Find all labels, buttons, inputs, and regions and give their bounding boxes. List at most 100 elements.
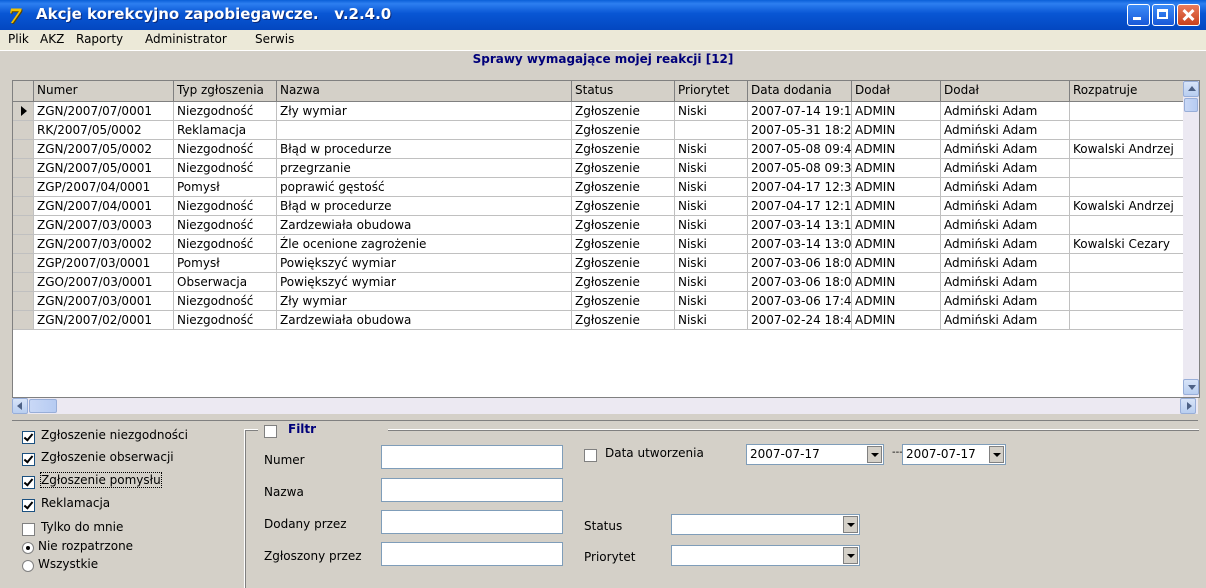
radio-nie-rozpatrzone[interactable] [22,542,34,554]
numer-field[interactable] [381,445,563,469]
cell-numer: ZGO/2007/03/0001 [33,273,173,291]
scroll-left-icon[interactable] [12,398,28,414]
cell-dodal-name: Admiński Adam [940,178,1069,196]
app-icon: 7 [8,4,22,28]
horizontal-scrollbar[interactable] [12,398,1198,414]
table-row[interactable]: ZGN/2007/02/0001 Niezgodność Zardzewiała o… [13,311,1183,330]
checkbox-pomyslu[interactable] [22,476,35,489]
cell-dodal: ADMIN [851,197,940,215]
checkbox-reklamacja[interactable] [22,499,35,512]
cell-nazwa: Zardzewiała obudowa [276,311,571,329]
checkbox-tylko-do-mnie[interactable] [22,523,35,536]
cell-data: 2007-07-14 19:1 [747,102,851,120]
maximize-button[interactable] [1152,4,1175,26]
cell-nazwa: Powiększyć wymiar [276,254,571,272]
table-row[interactable]: ZGN/2007/05/0001 Niezgodność przegrzanie Zg… [13,159,1183,178]
header-numer[interactable]: Numer [33,81,173,101]
cell-nazwa: Zły wymiar [276,292,571,310]
header-dodal[interactable]: Dodał [851,81,940,101]
cell-status: Zgłoszenie [571,235,674,253]
table-row[interactable]: ZGN/2007/03/0001 Niezgodność Zły wymiar Zgł… [13,292,1183,311]
cell-data: 2007-04-17 12:3 [747,178,851,196]
menu-serwis[interactable]: Serwis [255,32,294,46]
cell-nazwa [276,121,571,139]
cell-dodal: ADMIN [851,140,940,158]
table-row[interactable]: ZGN/2007/05/0002 Niezgodność Błąd w proced… [13,140,1183,159]
cell-rozpatruje [1069,159,1183,177]
row-indicator [13,102,34,120]
header-rozpatruje[interactable]: Rozpatruje [1069,81,1183,101]
menu-administrator[interactable]: Administrator [145,32,227,46]
horizontal-scroll-thumb[interactable] [29,399,57,413]
header-data[interactable]: Data dodania [747,81,851,101]
cell-numer: ZGN/2007/03/0002 [33,235,173,253]
checkbox-niezgodnosci[interactable] [22,431,35,444]
cell-data: 2007-03-14 13:1 [747,216,851,234]
header-priorytet[interactable]: Priorytet [674,81,747,101]
minimize-button[interactable] [1127,4,1150,26]
row-indicator [13,254,34,272]
scroll-right-icon[interactable] [1180,398,1196,414]
menu-plik[interactable]: Plik [8,32,29,46]
table-row[interactable]: ZGP/2007/04/0001 Pomysł poprawić gęstość Zg… [13,178,1183,197]
cell-typ: Niezgodność [173,197,276,215]
header-dodal-name[interactable]: Dodał [940,81,1069,101]
menu-raporty[interactable]: Raporty [76,32,123,46]
table-row[interactable]: ZGP/2007/03/0001 Pomysł Powiększyć wymiar Z… [13,254,1183,273]
dodany-przez-field[interactable] [381,510,563,534]
cell-numer: ZGN/2007/03/0003 [33,216,173,234]
table-row[interactable]: ZGO/2007/03/0001 Obserwacja Powiększyć wym… [13,273,1183,292]
status-select[interactable] [671,514,860,535]
label-obserwacji: Zgłoszenie obserwacji [41,450,174,464]
chevron-down-icon[interactable] [989,446,1004,463]
cell-data: 2007-02-24 18:4 [747,311,851,329]
row-indicator [13,197,34,215]
table-row[interactable]: ZGN/2007/03/0003 Niezgodność Zardzewiała o… [13,216,1183,235]
cell-priorytet [674,121,747,139]
date-to-value: 2007-07-17 [906,447,976,461]
cell-numer: ZGN/2007/03/0001 [33,292,173,310]
date-to-picker[interactable]: 2007-07-17 [902,444,1006,465]
table-row[interactable]: ZGN/2007/03/0002 Niezgodność Źle ocenione … [13,235,1183,254]
cell-dodal: ADMIN [851,159,940,177]
close-button[interactable] [1177,4,1200,26]
cases-grid[interactable]: Numer Typ zgłoszenia Nazwa Status Priory… [12,80,1200,398]
cell-typ: Reklamacja [173,121,276,139]
radio-wszystkie[interactable] [22,560,34,572]
header-typ[interactable]: Typ zgłoszenia [173,81,276,101]
cell-numer: ZGN/2007/04/0001 [33,197,173,215]
label-status: Status [584,519,623,533]
cell-nazwa: Źle ocenione zagrożenie [276,235,571,253]
scroll-up-icon[interactable] [1183,81,1199,97]
zgloszony-przez-field[interactable] [381,542,563,566]
table-row[interactable]: ZGN/2007/07/0001 Niezgodność Zły wymiar Zgł… [13,102,1183,121]
priorytet-select[interactable] [671,545,860,566]
row-indicator [13,159,34,177]
checkbox-obserwacji[interactable] [22,453,35,466]
header-status[interactable]: Status [571,81,674,101]
date-from-picker[interactable]: 2007-07-17 [746,444,884,465]
filter-legend [258,421,388,439]
cell-dodal: ADMIN [851,178,940,196]
chevron-down-icon[interactable] [843,547,858,564]
label-pomyslu: Zgłoszenie pomysłu [40,472,162,488]
label-nie-rozpatrzone: Nie rozpatrzone [38,539,134,553]
chevron-down-icon[interactable] [843,516,858,533]
checkbox-filtr[interactable] [264,425,277,438]
vertical-scroll-thumb[interactable] [1184,98,1198,112]
cell-rozpatruje [1069,121,1183,139]
cell-typ: Niezgodność [173,235,276,253]
header-nazwa[interactable]: Nazwa [276,81,571,101]
chevron-down-icon[interactable] [867,446,882,463]
scroll-down-icon[interactable] [1183,379,1199,395]
vertical-scrollbar[interactable] [1183,81,1199,397]
cell-priorytet: Niski [674,311,747,329]
checkbox-data-utworzenia[interactable] [584,449,597,462]
menu-akz[interactable]: AKZ [40,32,64,46]
table-row[interactable]: RK/2007/05/0002 Reklamacja Zgłoszenie 2007-… [13,121,1183,140]
title-bar[interactable]: 7 Akcje korekcyjno zapobiegawcze. v.2.4.… [0,0,1206,30]
nazwa-field[interactable] [381,478,563,502]
row-indicator [13,121,34,139]
cell-numer: ZGP/2007/03/0001 [33,254,173,272]
table-row[interactable]: ZGN/2007/04/0001 Niezgodność Błąd w proced… [13,197,1183,216]
